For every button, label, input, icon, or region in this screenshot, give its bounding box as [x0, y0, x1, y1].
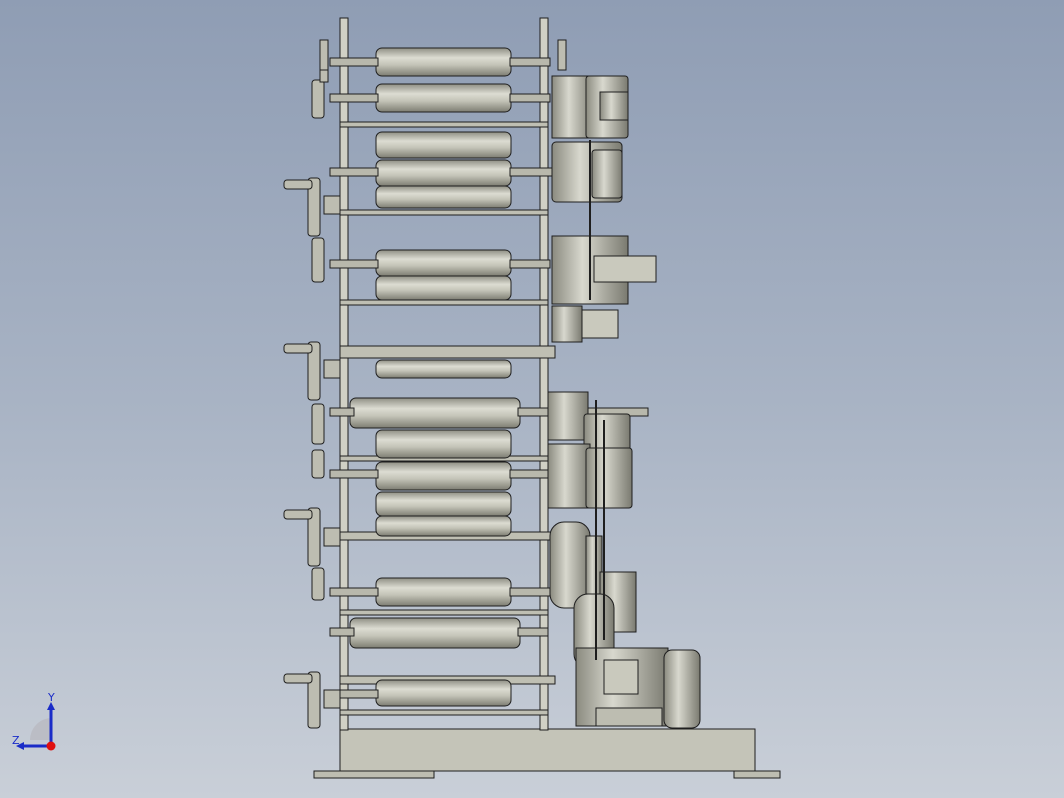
drive-units-upper: [551, 75, 657, 343]
top-post-left: [319, 39, 329, 71]
handwheels-left: [283, 41, 341, 729]
triad-arc: [30, 718, 52, 740]
x-axis-dot: [46, 741, 56, 751]
cad-viewport[interactable]: [0, 0, 1064, 798]
orientation-triad: Y Z: [12, 691, 56, 751]
base-foot-right: [733, 770, 781, 779]
rollers: [349, 47, 521, 707]
machine-model[interactable]: [283, 17, 781, 779]
base-foot-left: [313, 770, 435, 779]
base-plate: [339, 728, 756, 772]
z-axis-label: Z: [12, 734, 20, 747]
top-post-right: [557, 39, 567, 71]
drive-units-middle: [547, 391, 637, 669]
y-axis-label: Y: [47, 691, 55, 704]
gear-motor: [575, 647, 701, 729]
